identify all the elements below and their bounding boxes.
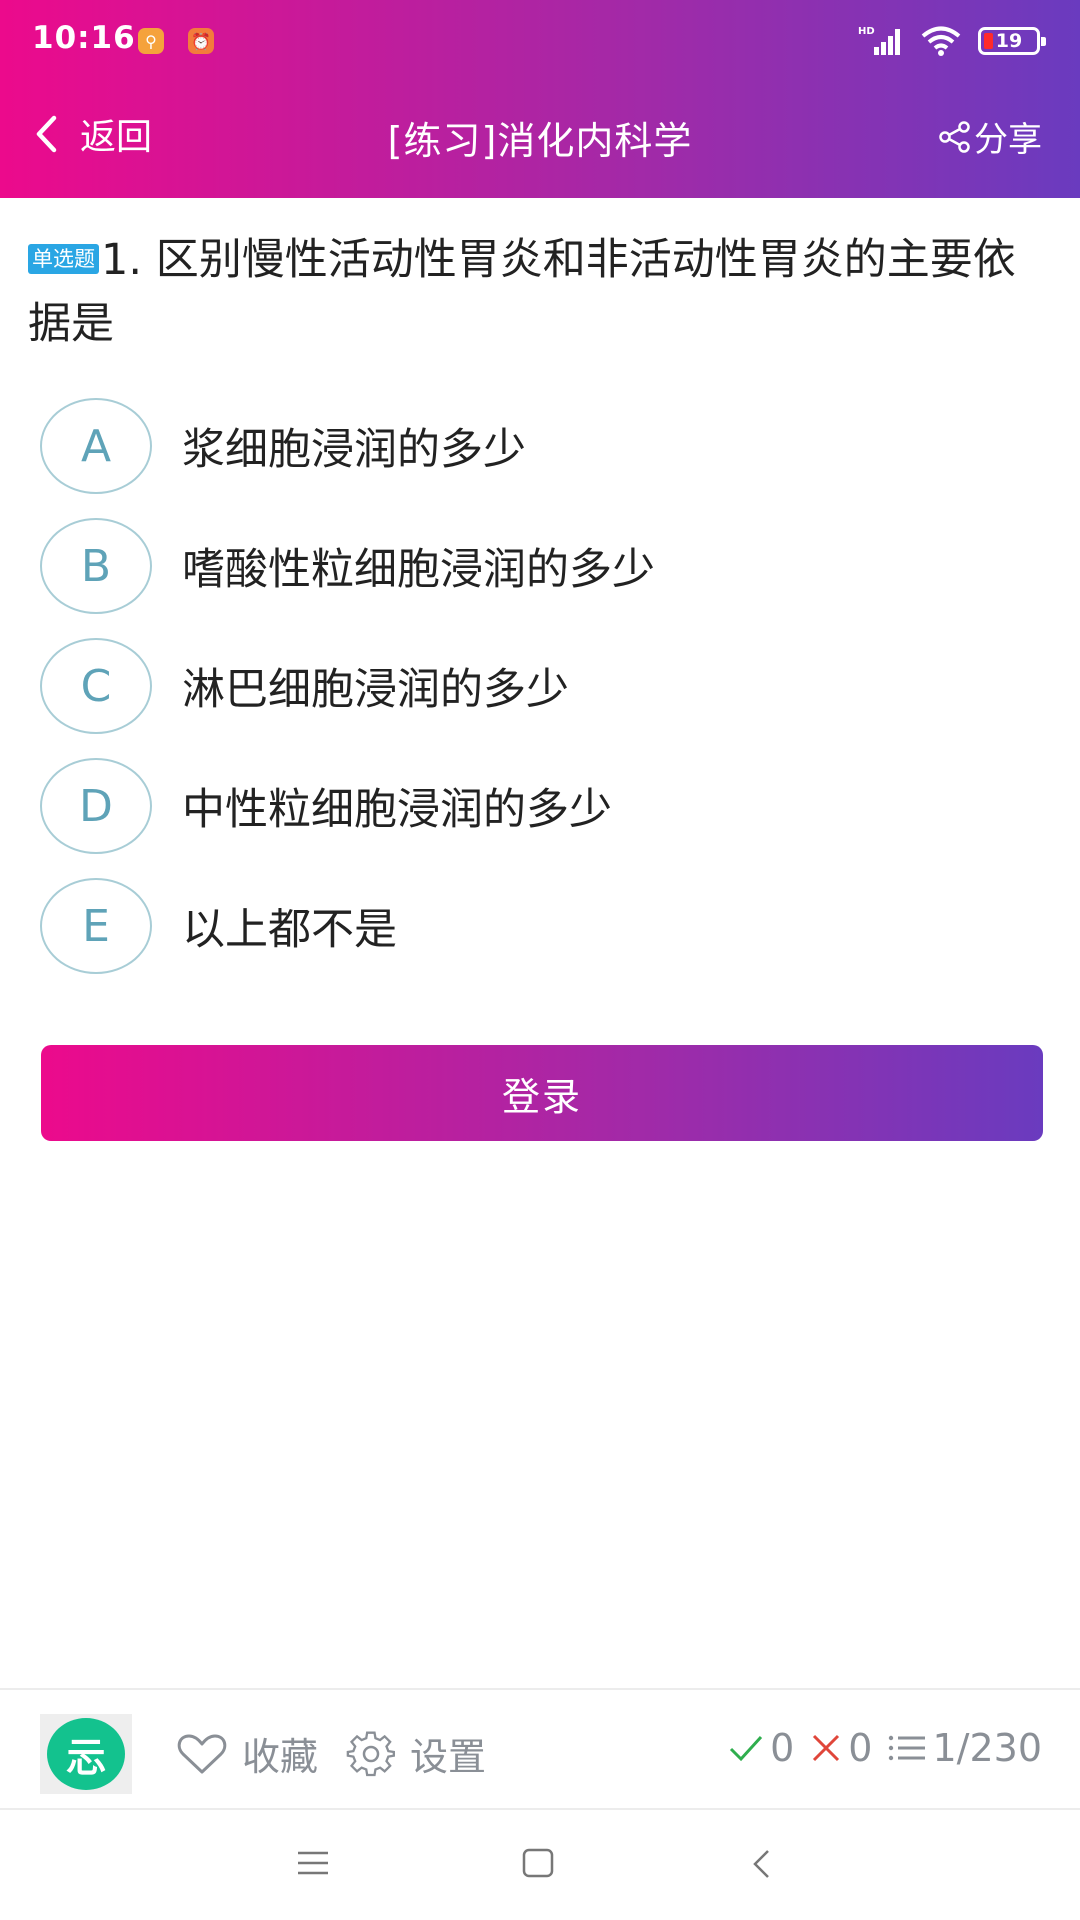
signal-icon: HD <box>858 26 900 55</box>
favorite-label: 收藏 <box>242 1735 319 1779</box>
gear-icon <box>346 1731 395 1776</box>
correct-count-value: 0 <box>770 1726 795 1770</box>
option-letter: D <box>40 758 152 854</box>
back-triangle-icon[interactable] <box>750 1848 774 1880</box>
notification-alarm-icon: ⏰ <box>188 28 214 54</box>
question-stem: 单选题 1. 区别慢性活动性胃炎和非活动性胃炎的主要依据是 <box>28 228 1038 356</box>
svg-text:HD: HD <box>858 26 875 37</box>
settings-label: 设置 <box>410 1735 487 1779</box>
option-d[interactable]: D 中性粒细胞浸润的多少 <box>40 746 1040 866</box>
option-e[interactable]: E 以上都不是 <box>40 866 1040 986</box>
page-title: [练习]消化内科学 <box>387 119 693 163</box>
option-text: 中性粒细胞浸润的多少 <box>182 785 612 835</box>
heart-icon <box>177 1734 227 1773</box>
wrong-count: 0 <box>810 1726 872 1770</box>
battery-level: 19 <box>995 30 1023 52</box>
question-type-badge: 单选题 <box>28 244 99 274</box>
home-square-icon[interactable] <box>521 1848 555 1878</box>
share-label: 分享 <box>974 120 1042 160</box>
battery-icon: 19 <box>978 27 1046 55</box>
wifi-icon <box>921 26 961 56</box>
settings-button[interactable]: 设置 <box>346 1726 486 1781</box>
favorite-button[interactable]: 收藏 <box>176 1726 318 1781</box>
options-list: A 浆细胞浸润的多少 B 嗜酸性粒细胞浸润的多少 C 淋巴细胞浸润的多少 D 中… <box>40 386 1040 986</box>
check-icon <box>730 1735 763 1762</box>
login-button[interactable]: 登录 <box>41 1045 1043 1141</box>
option-letter: E <box>40 878 152 974</box>
option-letter: B <box>40 518 152 614</box>
share-button[interactable]: 分享 <box>938 112 1042 161</box>
logo-icon: 忈 <box>47 1718 125 1790</box>
option-text: 以上都不是 <box>182 905 397 955</box>
option-text: 嗜酸性粒细胞浸润的多少 <box>182 545 655 595</box>
option-letter: C <box>40 638 152 734</box>
app-logo[interactable]: 忈 <box>40 1714 132 1794</box>
question-text: 1. 区别慢性活动性胃炎和非活动性胃炎的主要依据是 <box>28 235 1016 349</box>
option-c[interactable]: C 淋巴细胞浸润的多少 <box>40 626 1040 746</box>
bottom-toolbar: 忈 收藏 设置 0 0 1/230 <box>0 1688 1080 1810</box>
notification-app-icon: ⚲ <box>138 28 164 54</box>
correct-count: 0 <box>728 1726 794 1770</box>
system-nav-bar <box>0 1810 1080 1920</box>
cross-icon <box>813 1734 840 1762</box>
list-icon <box>889 1735 926 1761</box>
nav-bar: 返回 [练习]消化内科学 分享 <box>0 96 1080 176</box>
progress-value: 1/230 <box>932 1726 1042 1770</box>
option-a[interactable]: A 浆细胞浸润的多少 <box>40 386 1040 506</box>
status-time: 10:16 <box>32 20 136 56</box>
share-icon <box>939 120 970 153</box>
app-header: 10:16 ⚲ ⏰ HD 19 返回 [练习]消化内科学 分享 <box>0 0 1080 198</box>
option-letter: A <box>40 398 152 494</box>
option-b[interactable]: B 嗜酸性粒细胞浸润的多少 <box>40 506 1040 626</box>
status-bar: 10:16 ⚲ ⏰ HD 19 <box>0 0 1080 82</box>
menu-icon[interactable] <box>296 1848 330 1878</box>
option-text: 浆细胞浸润的多少 <box>182 425 526 475</box>
status-indicators: HD 19 <box>858 24 1046 58</box>
answer-stats: 0 0 1/230 <box>728 1726 1042 1770</box>
option-text: 淋巴细胞浸润的多少 <box>182 665 569 715</box>
wrong-count-value: 0 <box>848 1726 873 1770</box>
question-progress[interactable]: 1/230 <box>888 1726 1042 1770</box>
